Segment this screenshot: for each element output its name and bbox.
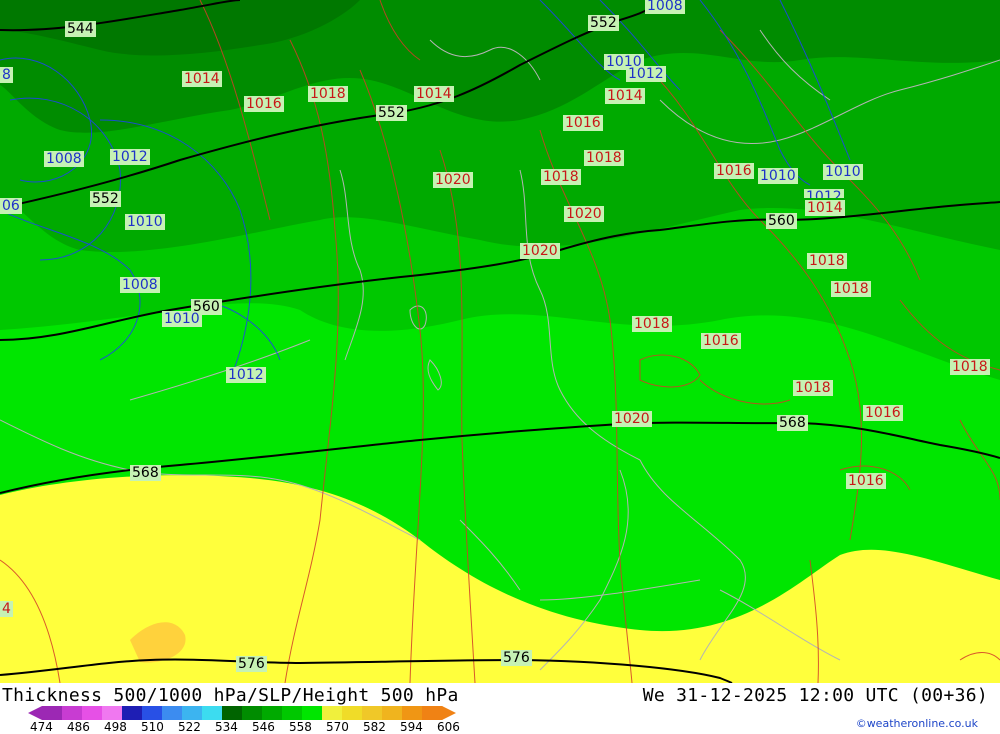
color-scale-ticks: 474 486 498 510 522 534 546 558 570 582 594 606 bbox=[30, 720, 510, 734]
slp-label: 1018 bbox=[831, 281, 871, 297]
weather-map bbox=[0, 0, 1000, 683]
scale-arrow-left bbox=[28, 706, 42, 720]
height-label: 576 bbox=[501, 650, 532, 666]
map-footer: Thickness 500/1000 hPa/SLP/Height 500 hP… bbox=[0, 683, 1000, 734]
slp-label: 1014 bbox=[805, 200, 845, 216]
scale-swatch bbox=[142, 706, 163, 720]
slp-label: 1018 bbox=[541, 169, 581, 185]
scale-swatch bbox=[82, 706, 103, 720]
scale-swatch bbox=[122, 706, 143, 720]
slp-label: 1020 bbox=[564, 206, 604, 222]
map-datetime: We 31-12-2025 12:00 UTC (00+36) bbox=[642, 685, 988, 706]
height-label: 552 bbox=[376, 105, 407, 121]
slp-label-low: 1012 bbox=[626, 66, 666, 82]
slp-label: 1016 bbox=[714, 163, 754, 179]
scale-tick-label: 582 bbox=[363, 720, 386, 734]
scale-swatch bbox=[222, 706, 243, 720]
slp-label-low: 1010 bbox=[823, 164, 863, 180]
scale-swatch bbox=[422, 706, 443, 720]
height-label: 576 bbox=[236, 656, 267, 672]
slp-label-low: 1008 bbox=[645, 0, 685, 14]
scale-swatch bbox=[282, 706, 303, 720]
scale-tick-label: 474 bbox=[30, 720, 53, 734]
slp-label: 1018 bbox=[807, 253, 847, 269]
slp-label: 1014 bbox=[182, 71, 222, 87]
slp-label: 1018 bbox=[584, 150, 624, 166]
scale-swatch bbox=[242, 706, 263, 720]
scale-tick-label: 510 bbox=[141, 720, 164, 734]
height-label: 552 bbox=[90, 191, 121, 207]
slp-label-low: 1012 bbox=[804, 189, 844, 198]
height-label: 568 bbox=[130, 465, 161, 481]
scale-tick-label: 606 bbox=[437, 720, 460, 734]
height-label: 560 bbox=[766, 213, 797, 229]
scale-tick-label: 570 bbox=[326, 720, 349, 734]
scale-tick-label: 534 bbox=[215, 720, 238, 734]
scale-tick-label: 558 bbox=[289, 720, 312, 734]
scale-swatch bbox=[202, 706, 223, 720]
scale-tick-label: 546 bbox=[252, 720, 275, 734]
scale-tick-label: 594 bbox=[400, 720, 423, 734]
scale-swatch bbox=[262, 706, 283, 720]
scale-tick-label: 522 bbox=[178, 720, 201, 734]
map-title: Thickness 500/1000 hPa/SLP/Height 500 hP… bbox=[2, 685, 459, 706]
slp-label: 1016 bbox=[701, 333, 741, 349]
slp-label-low: 1008 bbox=[120, 277, 160, 293]
slp-label: 1016 bbox=[846, 473, 886, 489]
slp-label-low: 1008 bbox=[44, 151, 84, 167]
slp-label: 1014 bbox=[414, 86, 454, 102]
slp-label: 1018 bbox=[950, 359, 990, 375]
height-label: 544 bbox=[65, 21, 96, 37]
scale-swatch bbox=[382, 706, 403, 720]
height-label: 552 bbox=[588, 15, 619, 31]
slp-label: 1016 bbox=[863, 405, 903, 421]
slp-label-low: 1012 bbox=[110, 149, 150, 165]
scale-swatch bbox=[182, 706, 203, 720]
slp-label: 4 bbox=[0, 601, 13, 617]
slp-label: 1018 bbox=[793, 380, 833, 396]
slp-label: 1020 bbox=[520, 243, 560, 259]
slp-label-low: 1010 bbox=[162, 311, 202, 327]
slp-label-low: 1010 bbox=[758, 168, 798, 184]
scale-swatch bbox=[362, 706, 383, 720]
scale-swatch bbox=[342, 706, 363, 720]
scale-swatch bbox=[42, 706, 63, 720]
slp-label-low: 8 bbox=[0, 67, 13, 83]
slp-label-low: 1012 bbox=[226, 367, 266, 383]
scale-swatch bbox=[102, 706, 123, 720]
slp-label: 1020 bbox=[433, 172, 473, 188]
scale-tick-label: 486 bbox=[67, 720, 90, 734]
scale-swatch bbox=[322, 706, 343, 720]
slp-label: 1018 bbox=[308, 86, 348, 102]
height-label: 568 bbox=[777, 415, 808, 431]
scale-swatch bbox=[62, 706, 83, 720]
scale-swatch bbox=[302, 706, 323, 720]
slp-label-low: 06 bbox=[0, 198, 22, 214]
slp-label: 1020 bbox=[612, 411, 652, 427]
slp-label-low: 1010 bbox=[125, 214, 165, 230]
slp-label: 1014 bbox=[605, 88, 645, 104]
slp-label: 1018 bbox=[632, 316, 672, 332]
slp-label: 1016 bbox=[244, 96, 284, 112]
scale-swatch bbox=[402, 706, 423, 720]
color-scale-bar bbox=[28, 706, 456, 720]
slp-label: 1016 bbox=[563, 115, 603, 131]
scale-tick-label: 498 bbox=[104, 720, 127, 734]
credit-link[interactable]: ©weatheronline.co.uk bbox=[856, 717, 978, 730]
scale-swatch bbox=[162, 706, 183, 720]
scale-arrow-right bbox=[442, 706, 456, 720]
